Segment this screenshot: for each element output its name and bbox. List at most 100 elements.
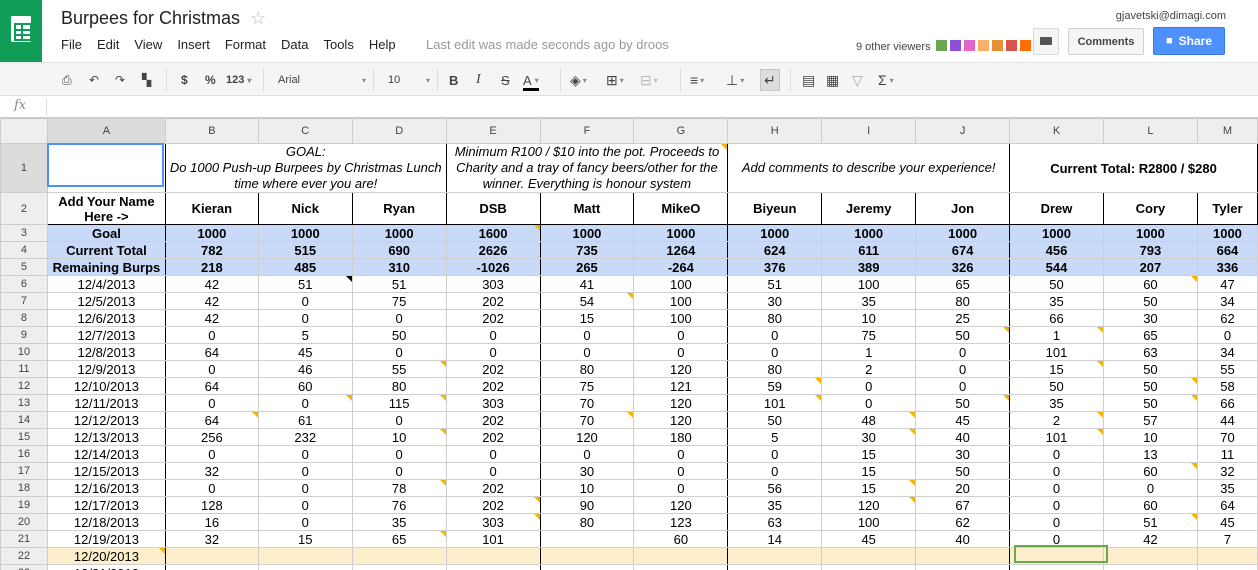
burpee-count-cell[interactable]: 0 bbox=[352, 411, 447, 429]
date-cell[interactable]: 12/9/2013 bbox=[47, 360, 166, 378]
burpee-count-cell[interactable]: 35 bbox=[821, 292, 917, 310]
row-header[interactable]: 23 bbox=[0, 564, 48, 570]
burpee-count-cell[interactable]: 76 bbox=[352, 496, 447, 514]
burpee-count-cell[interactable] bbox=[1103, 547, 1198, 565]
burpee-count-cell[interactable]: 80 bbox=[727, 309, 823, 327]
burpee-count-cell[interactable]: 30 bbox=[540, 462, 635, 480]
burpee-count-cell[interactable]: 50 bbox=[1009, 275, 1104, 293]
date-cell[interactable]: 12/20/2013 bbox=[47, 547, 166, 565]
summary-value-cell[interactable]: -264 bbox=[633, 258, 729, 276]
star-icon[interactable]: ☆ bbox=[250, 8, 266, 29]
burpee-count-cell[interactable]: 64 bbox=[165, 343, 259, 361]
participant-name-cell[interactable]: DSB bbox=[446, 192, 541, 225]
burpee-count-cell[interactable]: 0 bbox=[352, 343, 447, 361]
burpee-count-cell[interactable]: 16 bbox=[165, 513, 259, 531]
burpee-count-cell[interactable]: 0 bbox=[540, 326, 635, 344]
summary-value-cell[interactable]: 544 bbox=[1009, 258, 1104, 276]
burpee-count-cell[interactable] bbox=[165, 547, 259, 565]
burpee-count-cell[interactable]: 80 bbox=[540, 360, 635, 378]
menu-help[interactable]: Help bbox=[369, 37, 396, 52]
burpee-count-cell[interactable]: 0 bbox=[633, 479, 729, 497]
burpee-count-cell[interactable]: 67 bbox=[915, 496, 1011, 514]
summary-value-cell[interactable]: 735 bbox=[540, 241, 635, 259]
burpee-count-cell[interactable]: 0 bbox=[1009, 479, 1104, 497]
column-header-k[interactable]: K bbox=[1009, 118, 1104, 144]
burpee-count-cell[interactable]: 61 bbox=[258, 411, 353, 429]
menu-file[interactable]: File bbox=[61, 37, 82, 52]
viewer-swatch[interactable] bbox=[992, 40, 1003, 51]
burpee-count-cell[interactable]: 0 bbox=[633, 462, 729, 480]
burpee-count-cell[interactable]: 62 bbox=[915, 513, 1011, 531]
date-cell[interactable]: 12/7/2013 bbox=[47, 326, 166, 344]
burpee-count-cell[interactable]: 0 bbox=[446, 343, 541, 361]
burpee-count-cell[interactable]: 1 bbox=[1009, 326, 1104, 344]
burpee-count-cell[interactable] bbox=[540, 547, 635, 565]
burpee-count-cell[interactable]: 0 bbox=[821, 377, 917, 395]
burpee-count-cell[interactable]: 0 bbox=[352, 445, 447, 463]
add-name-prompt-cell[interactable]: Add Your Name Here -> bbox=[47, 192, 166, 225]
burpee-count-cell[interactable] bbox=[258, 564, 353, 570]
burpee-count-cell[interactable]: 120 bbox=[633, 360, 729, 378]
burpee-count-cell[interactable]: 5 bbox=[258, 326, 353, 344]
burpee-count-cell[interactable]: 66 bbox=[1009, 309, 1104, 327]
burpee-count-cell[interactable]: 50 bbox=[727, 411, 823, 429]
burpee-count-cell[interactable]: 123 bbox=[633, 513, 729, 531]
burpee-count-cell[interactable]: 50 bbox=[1103, 292, 1198, 310]
burpee-count-cell[interactable]: 0 bbox=[258, 394, 353, 412]
summary-value-cell[interactable]: 1000 bbox=[540, 224, 635, 242]
burpee-count-cell[interactable] bbox=[352, 564, 447, 570]
burpee-count-cell[interactable]: 50 bbox=[352, 326, 447, 344]
date-cell[interactable]: 12/19/2013 bbox=[47, 530, 166, 548]
burpee-count-cell[interactable]: 59 bbox=[727, 377, 823, 395]
burpee-count-cell[interactable]: 2 bbox=[821, 360, 917, 378]
burpee-count-cell[interactable]: 0 bbox=[165, 445, 259, 463]
viewer-swatch[interactable] bbox=[964, 40, 975, 51]
burpee-count-cell[interactable]: 11 bbox=[1197, 445, 1258, 463]
burpee-count-cell[interactable]: 0 bbox=[1009, 496, 1104, 514]
burpee-count-cell[interactable]: 35 bbox=[1197, 479, 1258, 497]
goal-description-cell[interactable]: GOAL: Do 1000 Push-up Burpees by Christma… bbox=[165, 143, 447, 193]
comments-button[interactable]: Comments bbox=[1068, 28, 1144, 55]
viewer-swatch[interactable] bbox=[936, 40, 947, 51]
participant-name-cell[interactable]: Nick bbox=[258, 192, 353, 225]
summary-value-cell[interactable]: 515 bbox=[258, 241, 353, 259]
burpee-count-cell[interactable]: 75 bbox=[540, 377, 635, 395]
burpee-count-cell[interactable]: 50 bbox=[915, 394, 1011, 412]
burpee-count-cell[interactable]: 202 bbox=[446, 377, 541, 395]
print-icon[interactable]: ⎙ bbox=[62, 72, 72, 88]
menu-tools[interactable]: Tools bbox=[323, 37, 353, 52]
burpee-count-cell[interactable] bbox=[915, 547, 1011, 565]
burpee-count-cell[interactable]: 0 bbox=[258, 292, 353, 310]
select-all-corner[interactable] bbox=[0, 118, 48, 144]
comments-instruction-cell[interactable]: Add comments to describe your experience… bbox=[727, 143, 1011, 193]
burpee-count-cell[interactable]: 80 bbox=[915, 292, 1011, 310]
burpee-count-cell[interactable]: 120 bbox=[633, 496, 729, 514]
burpee-count-cell[interactable]: 13 bbox=[1103, 445, 1198, 463]
burpee-count-cell[interactable]: 30 bbox=[727, 292, 823, 310]
participant-name-cell[interactable]: Matt bbox=[540, 192, 635, 225]
participant-name-cell[interactable]: Jon bbox=[915, 192, 1011, 225]
burpee-count-cell[interactable]: 65 bbox=[352, 530, 447, 548]
summary-value-cell[interactable]: 674 bbox=[915, 241, 1011, 259]
summary-label-cell[interactable]: Remaining Burps bbox=[47, 258, 166, 276]
filter-icon[interactable]: ▽ bbox=[852, 72, 863, 88]
burpee-count-cell[interactable]: 15 bbox=[821, 462, 917, 480]
burpee-count-cell[interactable]: 0 bbox=[258, 462, 353, 480]
date-cell[interactable]: 12/8/2013 bbox=[47, 343, 166, 361]
burpee-count-cell[interactable] bbox=[821, 564, 917, 570]
formula-input[interactable] bbox=[52, 99, 1242, 115]
burpee-count-cell[interactable]: 121 bbox=[633, 377, 729, 395]
row-header[interactable]: 2 bbox=[0, 192, 48, 225]
summary-value-cell[interactable]: 1000 bbox=[727, 224, 823, 242]
insert-chart-icon[interactable]: ▦ bbox=[826, 72, 839, 88]
burpee-count-cell[interactable]: 0 bbox=[352, 309, 447, 327]
burpee-count-cell[interactable]: 50 bbox=[915, 462, 1011, 480]
font-size-dropdown[interactable]: 10 ▾ bbox=[380, 69, 430, 91]
burpee-count-cell[interactable]: 15 bbox=[821, 445, 917, 463]
summary-value-cell[interactable]: 1000 bbox=[633, 224, 729, 242]
burpee-count-cell[interactable]: 90 bbox=[540, 496, 635, 514]
date-cell[interactable]: 12/5/2013 bbox=[47, 292, 166, 310]
column-header-h[interactable]: H bbox=[727, 118, 823, 144]
burpee-count-cell[interactable]: 50 bbox=[1103, 394, 1198, 412]
burpee-count-cell[interactable]: 70 bbox=[540, 394, 635, 412]
